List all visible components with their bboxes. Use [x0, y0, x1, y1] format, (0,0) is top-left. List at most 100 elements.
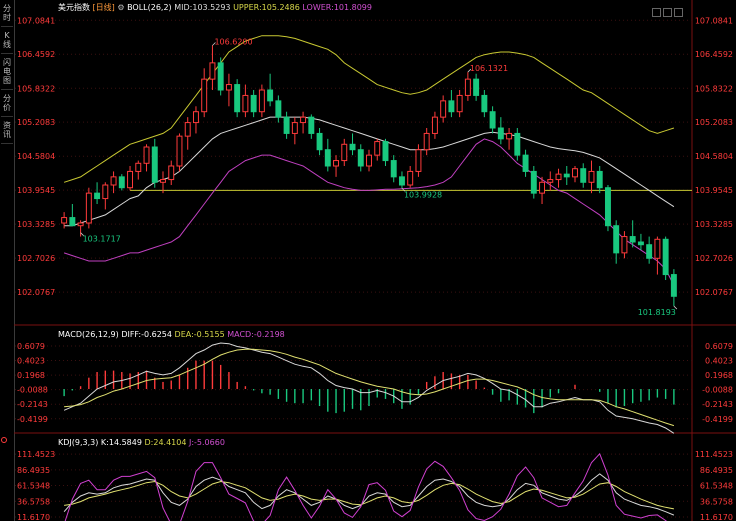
- y-tick-label: 61.5348: [700, 482, 733, 491]
- y-tick-label: 61.5348: [17, 482, 50, 491]
- main-legend: 美元指数 [日线] ⚙ BOLL(26,2) MID:103.5293 UPPE…: [58, 3, 372, 13]
- period-label[interactable]: [日线]: [93, 3, 115, 12]
- candle: [596, 170, 603, 189]
- kdj-marker-icon: [1, 437, 7, 443]
- y-tick-label: 36.5758: [700, 497, 733, 506]
- candle: [267, 89, 274, 102]
- candle: [69, 217, 76, 227]
- candle: [572, 168, 578, 178]
- y-tick-label: 36.5758: [17, 497, 50, 506]
- candle: [333, 160, 340, 167]
- y-tick-label: 103.3285: [17, 220, 55, 229]
- y-tick-label: 105.8322: [695, 84, 733, 93]
- y-tick-label: 104.5804: [695, 152, 733, 161]
- candle: [670, 274, 677, 297]
- y-tick-label: 107.0841: [695, 16, 733, 25]
- y-tick-label: 102.0767: [17, 288, 55, 297]
- y-tick-label: 106.4592: [17, 50, 55, 59]
- candle: [629, 236, 636, 243]
- y-tick-label: 103.9545: [17, 186, 55, 195]
- candle: [481, 94, 488, 113]
- candle: [176, 135, 183, 167]
- candle: [547, 179, 554, 183]
- y-tick-label: 111.4523: [17, 450, 55, 459]
- close-icon[interactable]: [674, 8, 683, 17]
- price-annotation: 106.6200: [214, 37, 252, 46]
- candle: [85, 192, 92, 224]
- boll-upper: UPPER:105.2486: [233, 3, 300, 12]
- candle: [143, 146, 150, 164]
- y-tick-label: 0.1968: [705, 371, 733, 380]
- layout-icon[interactable]: [652, 8, 661, 17]
- candle: [464, 78, 471, 96]
- macd-diff-line: [63, 342, 675, 434]
- candle: [94, 192, 101, 200]
- candle: [366, 154, 372, 167]
- y-tick-label: -0.0088: [17, 386, 48, 395]
- candle: [258, 89, 265, 113]
- y-tick-label: 0.6079: [705, 342, 733, 351]
- candle: [390, 160, 397, 178]
- y-tick-label: -0.0088: [702, 386, 733, 395]
- y-tick-label: 106.4592: [695, 50, 733, 59]
- candle: [283, 116, 290, 134]
- boll-mid: MID:103.5293: [174, 3, 231, 12]
- candle: [646, 244, 653, 259]
- candle: [160, 179, 166, 183]
- candle: [473, 78, 480, 96]
- macd-diff: DIFF:-0.6254: [121, 330, 172, 339]
- macd-name: MACD(26,12,9): [58, 330, 119, 339]
- candle: [530, 170, 537, 194]
- y-tick-label: -0.2143: [702, 400, 733, 409]
- macd-dea: DEA:-0.5155: [174, 330, 225, 339]
- candle: [250, 94, 257, 113]
- candle: [357, 149, 364, 167]
- candle: [514, 132, 521, 156]
- candle: [407, 170, 414, 186]
- y-tick-label: 107.0841: [17, 16, 55, 25]
- candle: [588, 170, 595, 183]
- candle: [300, 116, 307, 124]
- y-tick-label: 111.4523: [695, 450, 733, 459]
- y-tick-label: 103.3285: [695, 220, 733, 229]
- y-tick-label: 104.5804: [17, 152, 55, 161]
- kdj-j-line: [64, 452, 667, 521]
- candle: [662, 238, 669, 276]
- candle: [497, 127, 504, 140]
- candle: [77, 222, 84, 227]
- y-tick-label: 86.4935: [700, 466, 733, 475]
- candle: [621, 236, 628, 254]
- price-annotation: 101.8193: [638, 308, 676, 317]
- candle: [522, 154, 529, 172]
- candle: [341, 143, 348, 162]
- kdj-name: KDJ(9,3,3): [58, 438, 99, 447]
- y-tick-label: -0.4199: [702, 415, 733, 424]
- candle: [456, 94, 463, 113]
- candle: [580, 168, 587, 183]
- y-tick-label: 0.4023: [17, 357, 45, 366]
- candle: [291, 122, 298, 134]
- candle: [168, 165, 175, 181]
- candle: [275, 100, 282, 118]
- candle: [324, 149, 331, 167]
- candle: [151, 146, 158, 183]
- candle: [135, 162, 142, 172]
- gear-icon[interactable]: ⚙: [117, 3, 124, 12]
- candle: [423, 132, 430, 151]
- fullscreen-icon[interactable]: [663, 8, 672, 17]
- candle: [613, 225, 620, 254]
- candle: [127, 170, 134, 189]
- candle: [654, 238, 661, 259]
- candle: [448, 100, 455, 113]
- y-tick-label: 105.2083: [17, 118, 55, 127]
- candle: [102, 184, 109, 200]
- candle: [209, 62, 216, 80]
- kdj-legend: KDJ(9,3,3) K:14.5849 D:24.4104 J:-5.0660: [58, 438, 225, 448]
- y-tick-label: 11.6170: [700, 513, 733, 521]
- candle: [539, 181, 546, 194]
- y-tick-label: -0.4199: [17, 415, 48, 424]
- y-tick-label: 102.7026: [17, 254, 55, 263]
- candle: [440, 100, 447, 118]
- kdj-j: J:-5.0660: [188, 438, 225, 447]
- y-tick-label: 0.4023: [705, 357, 733, 366]
